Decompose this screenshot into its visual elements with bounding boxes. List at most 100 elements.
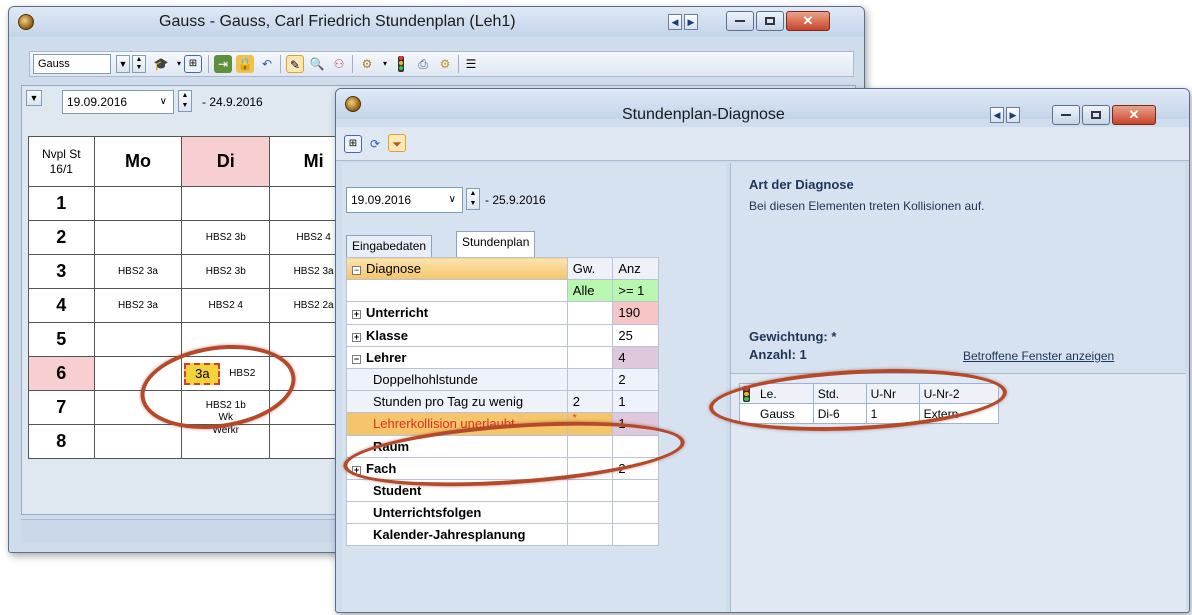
filter-icon[interactable]: ⏷ <box>388 134 406 152</box>
collision-cell-le[interactable]: Gauss <box>739 403 814 424</box>
expand-icon[interactable]: + <box>352 332 361 342</box>
lesson-cell[interactable] <box>181 186 271 221</box>
diag-date-from-field[interactable]: 19.09.2016 ∨ <box>346 187 463 213</box>
traffic-light-icon <box>743 386 750 402</box>
diag-row-student[interactable]: Student <box>346 478 568 503</box>
chevron-down-icon[interactable]: ∨ <box>449 188 456 212</box>
lesson-cell[interactable] <box>93 322 183 357</box>
diag-row-doppelhohlstunde[interactable]: Doppelhohlstunde <box>346 367 568 392</box>
row-label: Unterricht <box>366 305 429 321</box>
previous-window-button[interactable]: ◀ <box>990 107 1004 123</box>
print-icon[interactable]: ⎙ <box>414 55 432 73</box>
period-header[interactable]: 1 <box>28 186 95 221</box>
diag-row-fach[interactable]: + Fach <box>346 456 568 480</box>
previous-window-button[interactable]: ◀ <box>668 14 682 30</box>
people-icon[interactable]: ⚇ <box>330 55 348 73</box>
lesson-cell[interactable]: HBS2 3a <box>93 254 183 289</box>
filter-gw[interactable]: Alle <box>566 279 614 303</box>
tab-eingabedaten[interactable]: Eingabedaten <box>346 235 433 257</box>
lesson-cell[interactable]: HBS2 3a <box>93 288 183 323</box>
collapse-icon[interactable]: − <box>352 354 361 364</box>
chevron-down-icon[interactable]: ∨ <box>160 91 167 113</box>
edit-pencil-icon[interactable]: ✎ <box>286 55 304 73</box>
maximize-button[interactable] <box>1082 105 1110 125</box>
collapse-icon[interactable]: − <box>352 266 361 276</box>
settings-list-icon[interactable]: ⚙ <box>358 55 376 73</box>
diag-row-stunden-pro-tag[interactable]: Stunden pro Tag zu wenig <box>346 390 568 414</box>
timetable-corner-header: Nvpl St 16/1 <box>28 136 95 187</box>
diag-row-kalender[interactable]: Kalender-Jahresplanung <box>346 523 568 547</box>
tab-stundenplan[interactable]: Stundenplan <box>456 231 536 257</box>
timetable-titlebar[interactable]: Gauss - Gauss, Carl Friedrich Stundenpla… <box>9 7 864 37</box>
grid-header-diagnose[interactable]: − Diagnose <box>346 256 568 281</box>
collision-cell-unr2[interactable]: Extern <box>918 403 1000 424</box>
grid-icon[interactable]: ⊞ <box>184 55 202 73</box>
period-header[interactable]: 5 <box>28 322 95 357</box>
collision-header-le[interactable]: Le. <box>739 383 814 404</box>
show-affected-windows-link[interactable]: Betroffene Fenster anzeigen <box>963 349 1114 363</box>
close-button[interactable]: ✕ <box>1112 105 1156 125</box>
period-header-current[interactable]: 6 <box>28 356 95 391</box>
collision-cell-unr[interactable]: 1 <box>865 403 920 424</box>
period-header[interactable]: 7 <box>28 390 95 425</box>
diagnose-titlebar[interactable]: Stundenplan-Diagnose ◀ ▶ ✕ <box>336 89 1189 125</box>
element-select[interactable]: Gauss <box>33 54 111 74</box>
lesson-cell[interactable] <box>93 356 183 391</box>
lesson-cell[interactable]: HBS2 3b <box>181 254 271 289</box>
collision-header-std[interactable]: Std. <box>812 383 867 404</box>
search-icon[interactable]: 🔍 <box>308 55 326 73</box>
options-dropdown-arrow[interactable]: ▼ <box>26 90 42 106</box>
collision-header-unr[interactable]: U-Nr <box>865 383 920 404</box>
lesson-cell[interactable] <box>181 322 271 357</box>
collision-header-unr2[interactable]: U-Nr-2 <box>918 383 1000 404</box>
lesson-cell[interactable] <box>93 220 183 255</box>
diag-row-raum[interactable]: Raum <box>346 434 568 458</box>
next-window-button[interactable]: ▶ <box>684 14 698 30</box>
grid-icon[interactable]: ⊞ <box>344 135 362 153</box>
minimize-button[interactable] <box>726 11 754 31</box>
period-header[interactable]: 2 <box>28 220 95 255</box>
undo-icon[interactable]: ↶ <box>258 55 276 73</box>
teacher-hat-icon[interactable]: 🎓 <box>152 55 170 73</box>
lock-icon[interactable]: 🔒 <box>236 55 254 73</box>
expand-icon[interactable]: + <box>352 465 361 475</box>
collision-class-badge[interactable]: 3a <box>184 362 221 385</box>
collision-lesson-cell[interactable]: 3a HBS2 <box>181 356 271 391</box>
element-dropdown-arrow[interactable]: ▼ <box>116 55 130 73</box>
minimize-button[interactable] <box>1052 105 1080 125</box>
lesson-cell[interactable]: HBS2 1b Wk <box>181 390 271 425</box>
lesson-cell[interactable] <box>93 390 183 425</box>
diag-row-lehrerkollision[interactable]: Lehrerkollision unerlaubt <box>346 412 568 436</box>
period-header[interactable]: 4 <box>28 288 95 323</box>
refresh-icon[interactable]: ⟳ <box>366 135 384 153</box>
lesson-cell[interactable]: Werkr <box>181 424 271 459</box>
diag-date-spin-button[interactable]: ▲ ▼ <box>466 188 480 210</box>
menu-lines-icon[interactable]: ☰ <box>462 55 480 73</box>
grid-header-gw[interactable]: Gw. <box>566 256 614 281</box>
lesson-cell[interactable] <box>93 186 183 221</box>
diag-row-lehrer[interactable]: − Lehrer <box>346 345 568 369</box>
traffic-light-icon[interactable] <box>392 55 410 73</box>
date-spin-button[interactable]: ▲ ▼ <box>178 90 192 112</box>
day-header-di[interactable]: Di <box>181 136 271 187</box>
diag-row-klasse[interactable]: + Klasse <box>346 323 568 347</box>
gear-icon[interactable]: ⚙ <box>436 55 454 73</box>
expand-icon[interactable]: + <box>352 310 361 320</box>
collision-cell-std[interactable]: Di-6 <box>812 403 867 424</box>
close-button[interactable]: ✕ <box>786 11 830 31</box>
lesson-cell[interactable] <box>93 424 183 459</box>
element-spin-button[interactable]: ▲ ▼ <box>132 55 146 73</box>
lesson-cell[interactable]: HBS2 4 <box>181 288 271 323</box>
day-header-mo[interactable]: Mo <box>93 136 183 187</box>
export-icon[interactable]: ⇥ <box>214 55 232 73</box>
period-header[interactable]: 3 <box>28 254 95 289</box>
date-from-field[interactable]: 19.09.2016 ∨ <box>62 90 174 114</box>
maximize-button[interactable] <box>756 11 784 31</box>
filter-anz[interactable]: >= 1 <box>612 279 659 303</box>
lesson-cell[interactable]: HBS2 3b <box>181 220 271 255</box>
period-header[interactable]: 8 <box>28 424 95 459</box>
diag-row-unterricht[interactable]: + Unterricht <box>346 301 568 325</box>
grid-header-anz[interactable]: Anz <box>612 256 659 281</box>
diag-row-unterrichtsfolgen[interactable]: Unterrichtsfolgen <box>346 501 568 525</box>
next-window-button[interactable]: ▶ <box>1006 107 1020 123</box>
